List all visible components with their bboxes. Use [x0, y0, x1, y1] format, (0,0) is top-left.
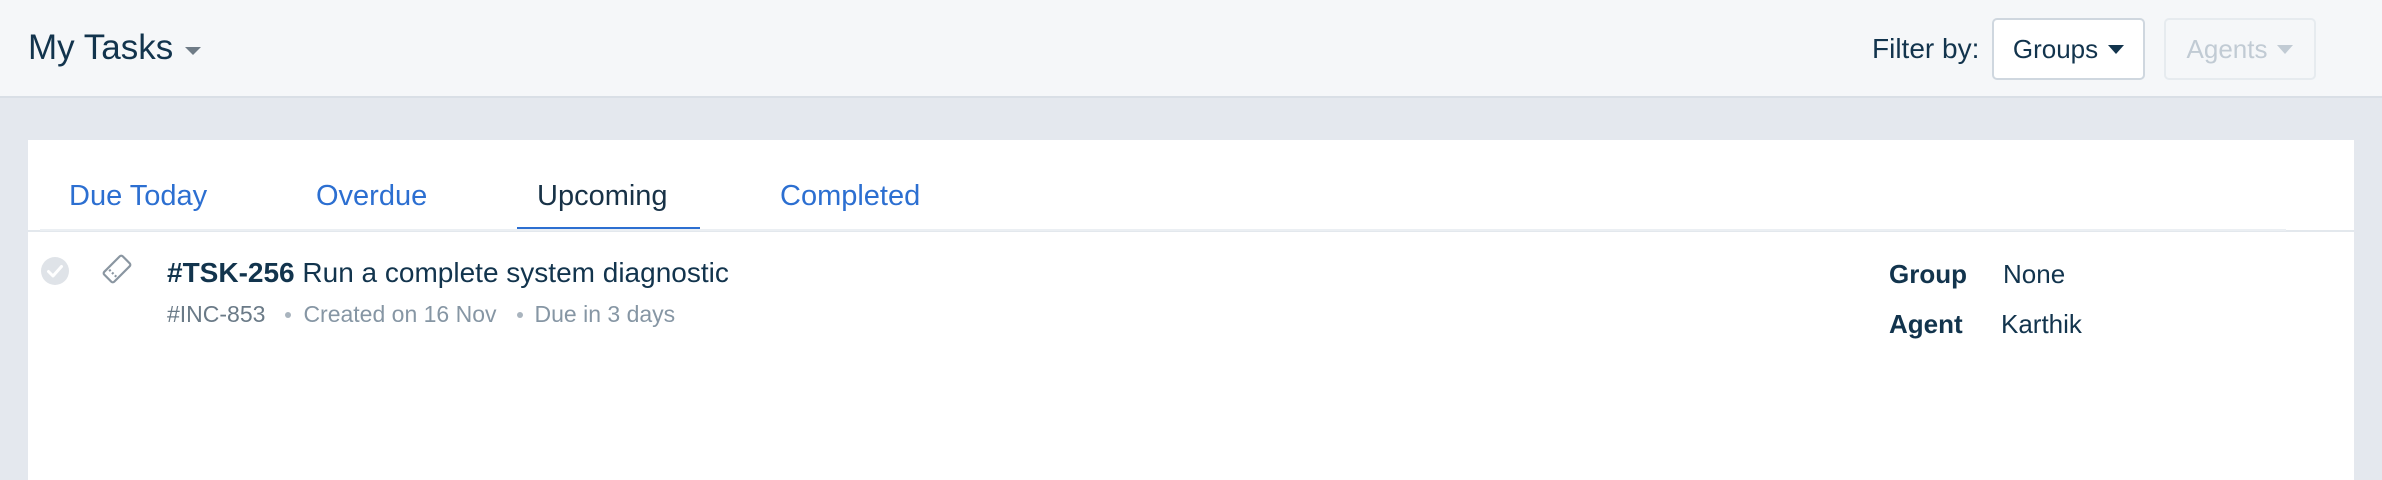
chevron-down-icon: [185, 47, 202, 55]
separator-dot: [516, 311, 523, 318]
task-title-line[interactable]: #TSK-256 Run a complete system diagnosti…: [167, 257, 729, 289]
created-date: Created on 16 Nov: [303, 301, 497, 327]
group-value: None: [2003, 259, 2066, 289]
agent-label: Agent: [1889, 309, 1963, 339]
agents-filter-button: Agents: [2164, 18, 2316, 80]
due-date: Due in 3 days: [534, 301, 676, 327]
filter-label: Filter by:: [1872, 33, 1980, 64]
incident-link[interactable]: #INC-853: [167, 301, 265, 328]
ticket-tag-icon: [102, 254, 132, 284]
my-tasks-dropdown[interactable]: My Tasks: [28, 28, 202, 68]
separator-dot: [285, 311, 292, 318]
group-label: Group: [1889, 259, 1967, 289]
page-header: My Tasks Filter by: Groups Agents: [0, 0, 2382, 98]
caret-down-icon: [2108, 44, 2125, 54]
task-title: Run a complete system diagnostic: [302, 257, 729, 288]
task-meta: #INC-853 Created on 16 Nov Due in 3 days: [167, 301, 675, 328]
page-title: My Tasks: [28, 28, 174, 67]
check-circle-icon[interactable]: [40, 256, 70, 286]
task-row: [40, 92, 2286, 285]
caret-down-icon: [2277, 44, 2294, 54]
groups-filter-label: Groups: [2012, 33, 2099, 64]
groups-filter-button[interactable]: Groups: [1992, 18, 2145, 80]
task-id: #TSK-256: [167, 257, 295, 288]
agents-filter-label: Agents: [2186, 33, 2268, 64]
agent-value: Karthik: [2001, 309, 2082, 339]
